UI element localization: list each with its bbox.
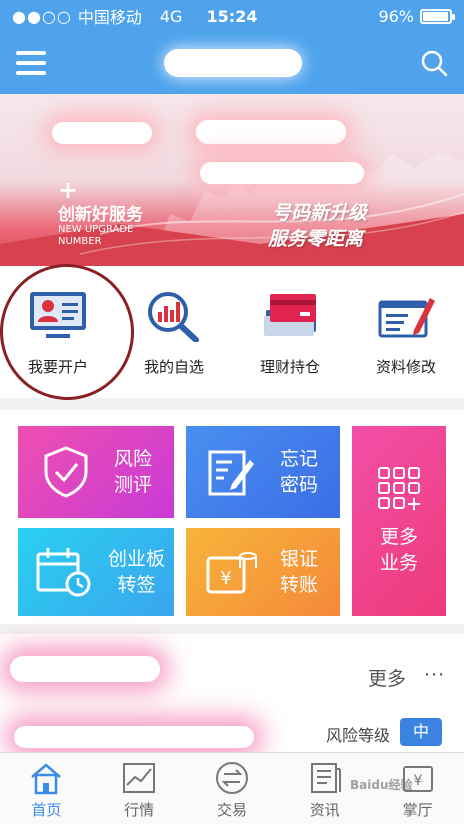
- top-nav-bar: [0, 32, 464, 94]
- promo-banner[interactable]: + 创新好服务 NEW UPGRADE NUMBER 号码新升级 服务零距离: [0, 94, 464, 266]
- risk-level-label: 风险等级: [326, 726, 391, 745]
- baidu-watermark: Baidu经验: [350, 778, 413, 792]
- tile-label-2: 转签: [117, 574, 156, 596]
- app-title-redacted: [164, 49, 302, 77]
- tile-label-2: 转账: [280, 574, 319, 596]
- svg-text:¥: ¥: [220, 568, 231, 589]
- service-tiles: 风险 测评 忘记 密码 更多 业务 创业板 转签 ¥ 银证 转账: [0, 410, 464, 624]
- search-icon[interactable]: [420, 49, 448, 77]
- home-icon: [31, 763, 62, 795]
- logo-redacted: [52, 122, 152, 144]
- banner-slogan-2: 服务零距离: [268, 228, 364, 250]
- yuan-coins-icon: ¥: [206, 552, 257, 594]
- notepad-pen-icon: [208, 450, 254, 496]
- tab-label: 首页: [31, 801, 62, 819]
- tab-label: 交易: [216, 801, 247, 819]
- market-chart-icon: [123, 763, 156, 793]
- tab-home[interactable]: 首页: [6, 761, 86, 820]
- banner-slogan-1: 号码新升级: [272, 202, 368, 224]
- product-name-redacted: [10, 656, 160, 682]
- more-link[interactable]: 更多: [368, 664, 406, 691]
- quick-open-account[interactable]: 我要开户: [3, 290, 113, 377]
- headline-redacted-1: [196, 120, 346, 144]
- quick-watchlist[interactable]: 我的自选: [119, 290, 229, 377]
- edit-form-icon: [378, 298, 435, 338]
- tile-label-2: 测评: [114, 474, 153, 496]
- grid-apps-icon: [378, 467, 420, 510]
- quick-label: 资料修改: [375, 358, 436, 376]
- status-bar: ●●○○ 中国移动 4G 15:24 96%: [0, 0, 464, 32]
- tab-label: 资讯: [309, 801, 340, 819]
- quick-holdings[interactable]: 理财持仓: [235, 290, 345, 377]
- tile-label-1: 忘记: [280, 448, 319, 470]
- tab-label: 掌厅: [402, 801, 433, 819]
- cards-icon: [264, 294, 316, 336]
- tile-forgot-password[interactable]: 忘记 密码: [186, 426, 340, 518]
- shield-check-icon: [44, 446, 88, 498]
- more-dots-icon[interactable]: ···: [424, 664, 445, 686]
- tab-market[interactable]: 行情: [99, 761, 179, 820]
- quick-label: 我要开户: [27, 358, 88, 376]
- menu-icon[interactable]: [16, 51, 46, 75]
- chart-search-icon: [148, 292, 199, 342]
- tab-label: 行情: [124, 801, 155, 819]
- tab-trade[interactable]: 交易: [192, 761, 272, 820]
- product-info-panel: 更多 ··· 风险等级 中: [0, 634, 464, 752]
- network-type: 4G: [159, 6, 183, 26]
- signal-strength: ●●○○: [12, 6, 72, 26]
- product-desc-redacted: [14, 726, 254, 748]
- banner-service-cn: 创新好服务: [58, 205, 143, 225]
- tile-label-1: 银证: [280, 548, 319, 570]
- banner-service-en: NEW UPGRADE NUMBER: [58, 224, 134, 247]
- tile-label-1: 风险: [114, 448, 153, 470]
- tile-more-business[interactable]: 更多 业务: [352, 426, 446, 616]
- tile-label-1: 更多: [379, 526, 418, 548]
- tile-risk-assessment[interactable]: 风险 测评: [18, 426, 174, 518]
- quick-label: 我的自选: [143, 358, 204, 376]
- tile-label-1: 创业板: [108, 548, 166, 570]
- carrier-name: 中国移动: [77, 8, 142, 27]
- tile-label-2: 密码: [280, 474, 319, 496]
- tile-gem-transfer[interactable]: 创业板 转签: [18, 528, 174, 616]
- trade-arrows-icon: [215, 762, 248, 794]
- calendar-clock-icon: [36, 548, 91, 597]
- tile-label-2: 业务: [379, 552, 418, 574]
- news-icon: [310, 763, 341, 793]
- id-card-icon: [30, 292, 86, 338]
- battery-percent: 96%: [378, 6, 414, 26]
- quick-edit-profile[interactable]: 资料修改: [351, 290, 461, 377]
- quick-label: 理财持仓: [259, 358, 320, 376]
- quick-actions: 我要开户 我的自选 理财持仓 资料修改: [0, 266, 464, 398]
- risk-level-badge: 中: [400, 718, 442, 746]
- battery-icon: [420, 8, 455, 24]
- svg-text:¥: ¥: [413, 773, 422, 789]
- headline-redacted-2: [200, 162, 364, 184]
- tile-bank-transfer[interactable]: ¥ 银证 转账: [186, 528, 340, 616]
